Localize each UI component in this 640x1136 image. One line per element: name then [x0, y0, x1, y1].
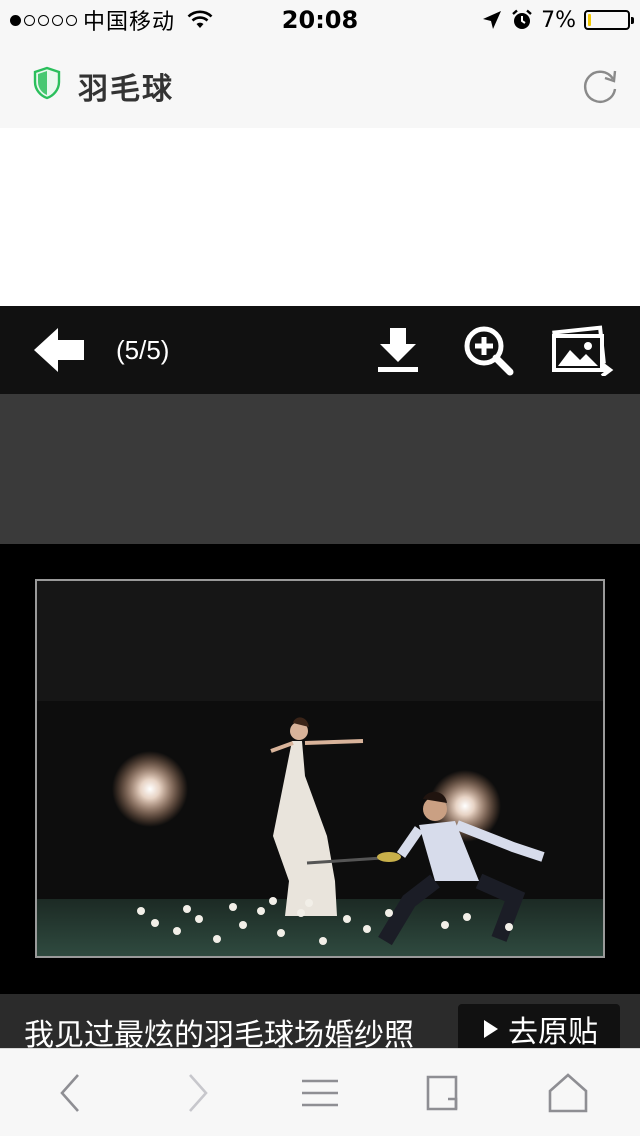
- view-original-post-button[interactable]: 去原贴: [458, 1004, 620, 1054]
- menu-icon[interactable]: [298, 1071, 342, 1115]
- home-icon[interactable]: [546, 1071, 590, 1115]
- wedding-photo[interactable]: [35, 579, 605, 958]
- forward-icon[interactable]: [174, 1071, 218, 1115]
- viewer-toolbar: (5/5): [0, 306, 640, 394]
- back-arrow-icon[interactable]: [30, 324, 88, 376]
- play-icon: [484, 1020, 498, 1038]
- battery-level-fill: [588, 14, 591, 26]
- location-arrow-icon: [483, 11, 502, 29]
- shield-icon: [33, 66, 61, 100]
- photo-illustration: [37, 581, 603, 956]
- title-bar: 羽毛球: [0, 40, 640, 128]
- back-icon[interactable]: [50, 1071, 94, 1115]
- view-original-post-label: 去原贴: [508, 1016, 598, 1049]
- zoom-in-icon[interactable]: [462, 324, 514, 376]
- battery-tip: [631, 17, 634, 24]
- download-icon[interactable]: [372, 324, 424, 376]
- image-gallery-icon[interactable]: [550, 324, 614, 376]
- image-viewer: (5/5) 我见过最炫的羽毛球场婚纱照 去原贴: [0, 306, 640, 1054]
- battery-percent: 7%: [541, 7, 576, 33]
- status-bar: 中国移动 20:08 7%: [0, 0, 640, 40]
- status-right: 7%: [481, 7, 634, 33]
- browser-toolbar: [0, 1048, 640, 1136]
- page-counter: (5/5): [116, 335, 170, 365]
- content-blank-area: [0, 128, 640, 306]
- battery-icon: [584, 10, 634, 30]
- screen: 中国移动 20:08 7% 羽毛球 (5/5) 我见过最炫的羽毛球场婚纱照 去原…: [0, 0, 640, 1136]
- alarm-icon: [512, 9, 532, 29]
- tabs-icon[interactable]: [422, 1071, 466, 1115]
- image-placeholder-strip: [0, 394, 640, 544]
- page-title: 羽毛球: [78, 73, 174, 106]
- caption-bar: 我见过最炫的羽毛球场婚纱照 去原贴: [0, 994, 640, 1054]
- refresh-icon[interactable]: [580, 65, 620, 105]
